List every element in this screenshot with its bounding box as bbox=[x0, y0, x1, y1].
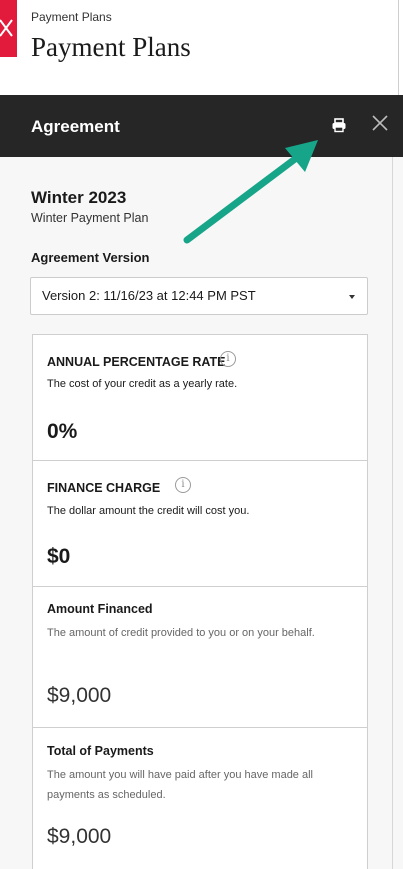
print-button[interactable] bbox=[329, 115, 349, 135]
page-title: Payment Plans bbox=[31, 32, 191, 62]
close-icon bbox=[372, 115, 388, 131]
info-icon[interactable]: i bbox=[175, 477, 191, 493]
finance-charge-card: FINANCE CHARGE i The dollar amount the c… bbox=[33, 461, 367, 587]
total-payments-heading: Total of Payments bbox=[47, 744, 154, 758]
chevron-down-icon bbox=[349, 295, 355, 299]
breadcrumb[interactable]: Payment Plans bbox=[31, 10, 112, 24]
total-payments-card: Total of Payments The amount you will ha… bbox=[33, 728, 367, 869]
total-payments-description: The amount you will have paid after you … bbox=[47, 769, 313, 801]
close-x-icon bbox=[0, 19, 13, 37]
panel-title: Agreement bbox=[31, 117, 120, 136]
close-panel-button[interactable] bbox=[369, 112, 391, 134]
amount-financed-heading: Amount Financed bbox=[47, 602, 153, 616]
apr-value: 0% bbox=[47, 420, 78, 443]
amount-financed-description: The amount of credit provided to you or … bbox=[47, 627, 315, 639]
agreement-panel-header: Agreement bbox=[0, 95, 403, 157]
agreement-version-select[interactable]: Version 2: 11/16/23 at 12:44 PM PST bbox=[30, 277, 368, 315]
printer-icon bbox=[332, 118, 346, 133]
agreement-version-value: Version 2: 11/16/23 at 12:44 PM PST bbox=[42, 288, 256, 303]
total-payments-value: $9,000 bbox=[47, 825, 112, 848]
term-title: Winter 2023 bbox=[31, 188, 127, 207]
close-page-button[interactable] bbox=[0, 0, 17, 57]
finance-charge-description: The dollar amount the credit will cost y… bbox=[47, 505, 250, 517]
plan-name: Winter Payment Plan bbox=[31, 211, 149, 225]
scrollbar-track[interactable] bbox=[392, 157, 393, 869]
info-icon[interactable]: i bbox=[220, 351, 236, 367]
amount-financed-card: Amount Financed The amount of credit pro… bbox=[33, 587, 367, 728]
apr-description: The cost of your credit as a yearly rate… bbox=[47, 378, 238, 390]
finance-charge-heading: FINANCE CHARGE bbox=[47, 481, 161, 495]
apr-heading: ANNUAL PERCENTAGE RATE bbox=[47, 355, 226, 369]
divider bbox=[398, 0, 399, 95]
page-header: Payment Plans Payment Plans bbox=[0, 0, 403, 95]
finance-charge-value: $0 bbox=[47, 545, 71, 568]
amount-financed-value: $9,000 bbox=[47, 684, 112, 707]
apr-card: ANNUAL PERCENTAGE RATE i The cost of you… bbox=[33, 335, 367, 461]
agreement-version-label: Agreement Version bbox=[31, 250, 150, 265]
disclosure-cards: ANNUAL PERCENTAGE RATE i The cost of you… bbox=[32, 334, 368, 869]
